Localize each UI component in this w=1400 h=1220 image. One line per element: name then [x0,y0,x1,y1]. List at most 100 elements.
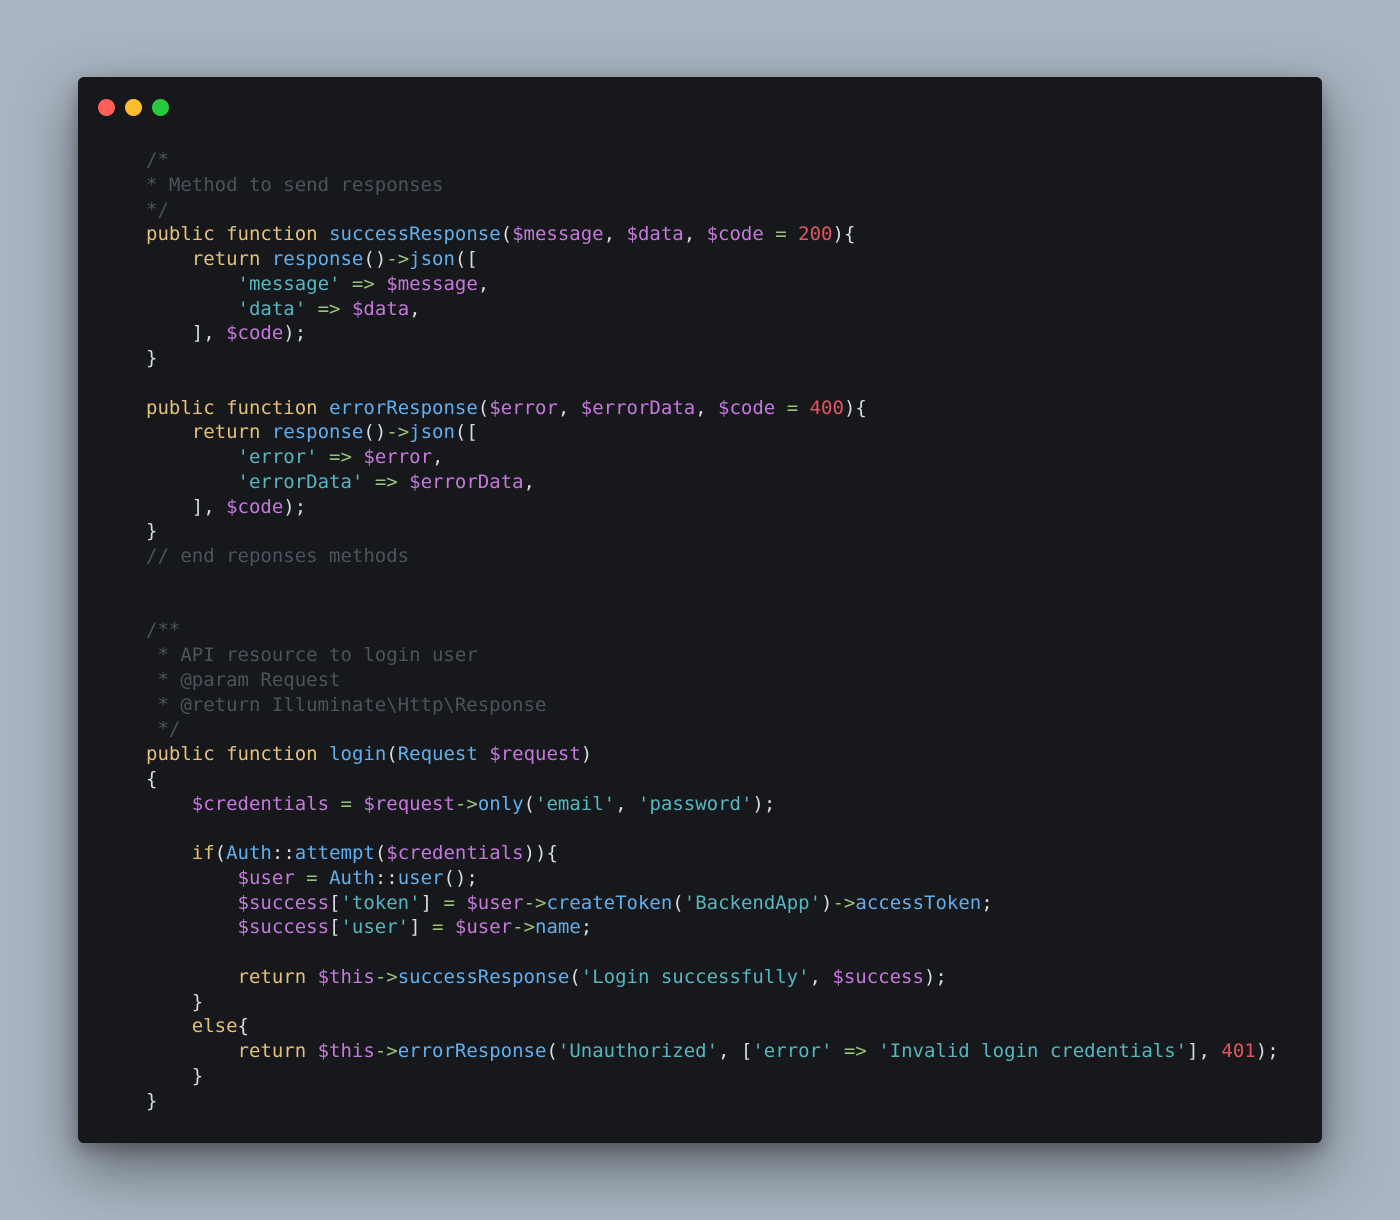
code-token-var: $message [386,272,478,295]
code-token-keyword: public [146,396,215,419]
code-token-op: = [775,223,787,246]
code-token-plain: ( [672,891,684,914]
code-token-op: = [786,396,799,419]
code-token-var: $user [454,916,513,939]
code-token-op: -> [386,248,410,270]
code-token-plain: ); [1255,1040,1279,1062]
code-token-keyword: else [191,1015,238,1038]
code-token-var: $request [489,743,581,765]
code-token-plain: ){ [843,396,867,419]
code-token-op: => [374,470,398,493]
code-token-plain: () [363,421,387,444]
code-token-plain: (); [443,866,478,889]
code-token-func: createToken [546,891,673,914]
code-token-keyword: function [226,743,318,765]
code-token-op: = [306,866,318,889]
code-token-plain: , [ [718,1040,753,1062]
code-token-plain: , [615,792,638,815]
code-token-plain: } [146,520,158,543]
code-line: 'message' => $message, [146,272,1279,297]
code-token-string: 'Invalid login credentials' [878,1040,1188,1062]
code-token-comment: * API resource to login user [146,644,478,666]
code-token-string: 'token' [340,891,421,914]
code-token-func: Auth [329,866,375,889]
code-token-var: $data [351,297,410,320]
minimize-button[interactable] [125,99,142,116]
code-token-func: accessToken [855,891,982,914]
code-token-func: user [397,866,444,889]
code-token-plain: } [146,1064,204,1087]
close-button[interactable] [98,99,115,116]
code-token-comment: * @return Illuminate\Http\Response [146,693,547,716]
code-token-var: $success [237,891,330,914]
code-token-plain: } [146,990,204,1013]
code-token-keyword: return [237,1040,307,1062]
code-token-plain: [ [329,916,341,939]
code-token-plain: , [695,396,719,419]
code-token-string: 'user' [340,916,410,939]
code-token-plain: , [432,446,444,468]
code-token-func: name [535,916,581,939]
code-token-keyword: return [237,965,307,988]
maximize-button[interactable] [152,99,169,116]
code-line: */ [146,198,1279,223]
code-token-comment: */ [146,718,181,741]
code-token-op: = [432,916,444,939]
code-token-comment: */ [146,198,169,221]
code-token-func: attempt [294,842,375,864]
code-token-comment: * @param Request [146,668,341,691]
code-token-string: 'BackendApp' [683,891,822,914]
code-token-func: errorResponse [329,396,478,419]
code-token-plain: ); [283,322,307,345]
code-token-string: 'error' [237,446,318,468]
code-line: return response()->json([ [146,247,1279,272]
code-token-plain: ( [500,223,513,246]
code-token-func: Request [397,743,478,765]
code-token-var: $this [317,965,375,988]
code-token-var: $code [706,223,764,246]
code-token-plain: , [523,470,535,493]
code-line: } [146,346,1279,371]
code-token-plain: ){ [832,223,856,246]
code-token-string: 'error' [752,1040,833,1062]
code-token-op: = [443,891,455,914]
code-line: // end reponses methods [146,544,1279,569]
code-token-var: $this [317,1040,375,1062]
code-token-op: -> [512,916,536,939]
code-token-plain: ; [580,916,593,939]
code-token-plain: ( [523,792,536,815]
code-token-plain: ) [580,743,593,765]
code-token-func: json [409,248,455,270]
code-line: */ [146,717,1279,742]
code-token-var: $errorData [409,470,524,493]
code-token-plain: ], [1187,1040,1222,1062]
code-token-plain: ( [214,842,227,864]
code-line: ], $code); [146,321,1279,346]
code-token-plain: } [146,347,158,369]
code-line: * Method to send responses [146,173,1279,198]
code-block: /* * Method to send responses */public fun… [146,148,1279,1113]
code-token-op: -> [523,891,547,914]
code-token-var: $success [237,916,330,939]
code-token-number: 401 [1221,1040,1256,1062]
code-token-var: $user [466,891,524,914]
code-line: 'errorData' => $errorData, [146,470,1279,495]
code-token-plain: ( [546,1040,558,1062]
